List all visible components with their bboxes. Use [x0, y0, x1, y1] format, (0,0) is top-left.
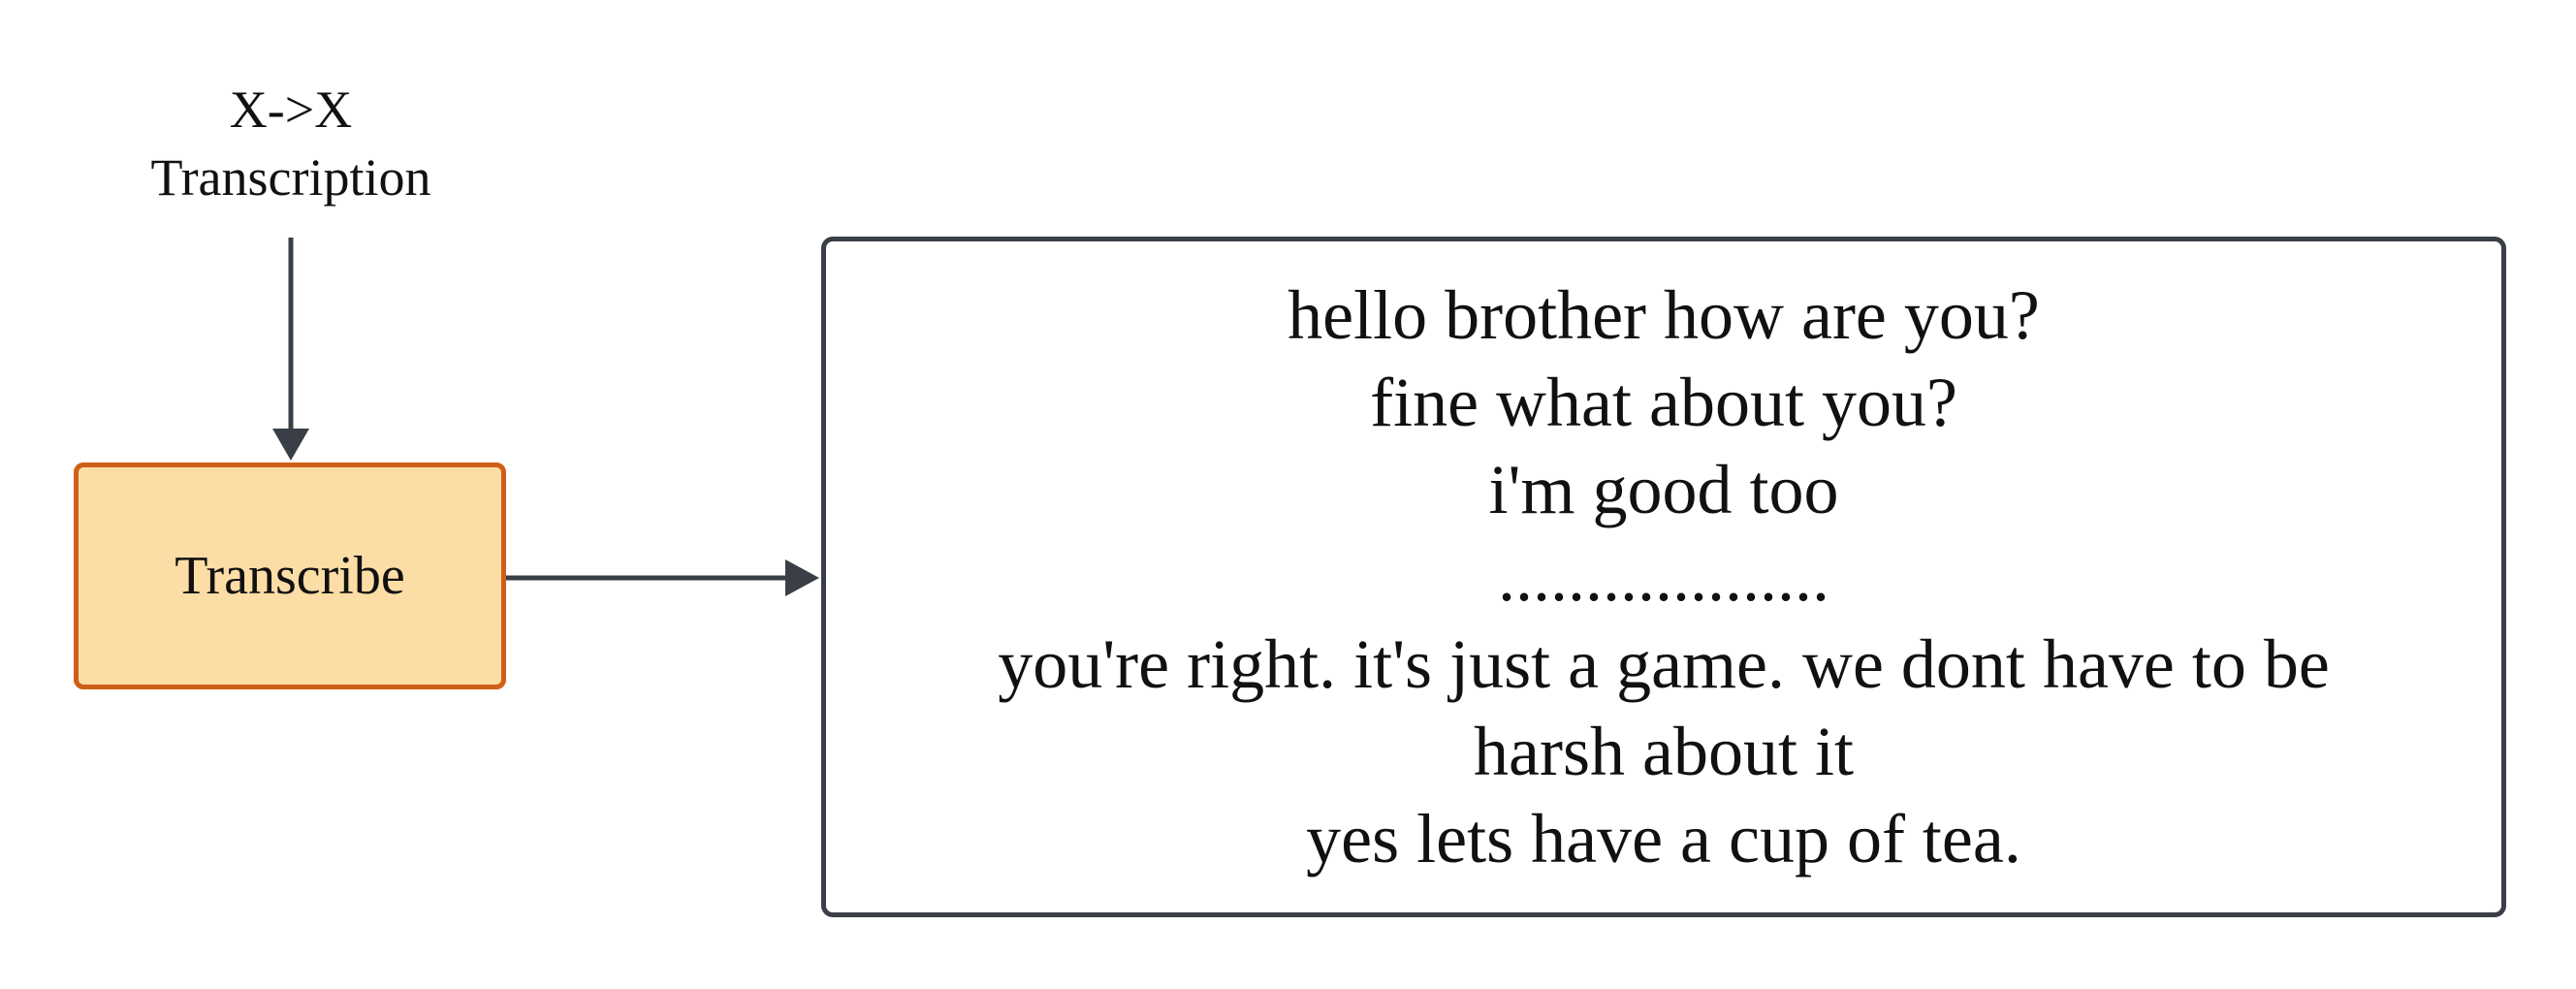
output-line: fine what about you? — [1370, 364, 1957, 441]
output-line: you're right. it's just a game. we dont … — [998, 625, 2330, 703]
transcribe-label: Transcribe — [175, 546, 405, 606]
input-arrow-head — [272, 429, 309, 461]
output-line: yes lets have a cup of tea. — [1306, 800, 2021, 877]
transcribe-process-box: Transcribe — [74, 463, 506, 689]
output-line: hello brother how are you? — [1288, 276, 2040, 354]
output-line: harsh about it — [1474, 713, 1854, 790]
output-ellipsis-line: ................... — [1498, 538, 1829, 616]
output-line: i'm good too — [1488, 451, 1839, 528]
output-arrow-head — [785, 559, 819, 596]
transcription-output-box: hello brother how are you? fine what abo… — [821, 237, 2506, 917]
